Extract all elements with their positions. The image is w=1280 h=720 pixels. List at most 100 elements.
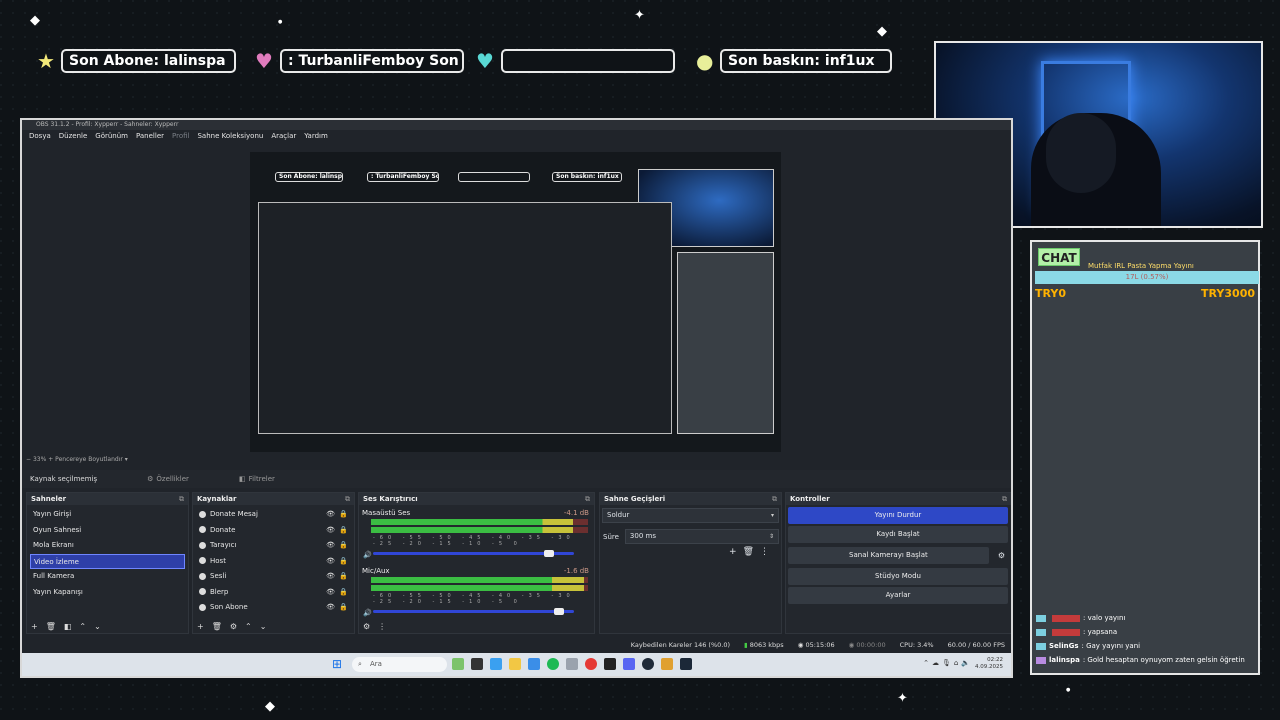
chevron-down-icon[interactable]: ⌄ <box>94 622 101 631</box>
speaker-icon[interactable]: 🔊 <box>363 551 372 559</box>
source-item[interactable]: Donate Mesaj 👁 🔒 <box>196 507 351 523</box>
scene-item[interactable]: Mola Ekranı <box>30 538 185 554</box>
volume-slider[interactable] <box>373 608 574 615</box>
source-item[interactable]: Sesli 👁 🔒 <box>196 569 351 585</box>
trash-icon[interactable]: 🗑 <box>212 622 222 631</box>
lock-icon[interactable]: 🔒 <box>339 554 348 570</box>
taskbar-clock[interactable]: 02:22 4.09.2025 <box>975 657 1003 671</box>
source-item[interactable]: Donate 👁 🔒 <box>196 523 351 539</box>
lock-icon[interactable]: 🔒 <box>339 569 348 585</box>
lock-icon[interactable]: 🔒 <box>339 523 348 539</box>
eye-icon[interactable]: 👁 <box>326 585 335 601</box>
scene-item-selected[interactable]: Video İzleme <box>30 553 185 569</box>
undock-icon[interactable]: ⧉ <box>772 493 777 505</box>
chevron-down-icon[interactable]: ▾ <box>125 456 128 463</box>
mixer-title: Ses Karıştırıcı <box>363 495 418 503</box>
studio-mode-button[interactable]: Stüdyo Modu <box>788 568 1008 585</box>
stop-streaming-button[interactable]: Yayını Durdur <box>788 507 1008 524</box>
menu-docks[interactable]: Paneller <box>136 130 164 142</box>
browser-source-icon <box>199 526 206 533</box>
chevron-up-icon[interactable]: ⌃ <box>79 622 86 631</box>
goal-min: TRY0 <box>1035 287 1066 300</box>
system-tray[interactable]: ⌃☁🎙⌂🔈 <box>923 659 973 667</box>
eye-icon[interactable]: 👁 <box>326 507 335 523</box>
more-icon[interactable]: ⋮ <box>760 547 775 557</box>
zoom-mode[interactable]: Pencereye Boyutlandır <box>55 456 123 463</box>
eye-icon[interactable]: 👁 <box>326 569 335 585</box>
chevron-up-icon[interactable]: ⌃ <box>923 659 932 667</box>
eye-icon[interactable]: 👁 <box>326 523 335 539</box>
zoom-out-button[interactable]: − <box>26 456 31 463</box>
sparkle-icon: ✦ <box>634 8 645 23</box>
more-icon[interactable]: ⋮ <box>378 622 386 631</box>
windows-start-icon[interactable]: ⊞ <box>332 658 342 670</box>
trash-icon[interactable]: 🗑 <box>743 547 760 557</box>
menu-file[interactable]: Dosya <box>29 130 51 142</box>
duration-input[interactable]: 300 ms ⇕ <box>624 529 779 544</box>
opera-icon[interactable] <box>585 658 597 670</box>
zoom-in-button[interactable]: + <box>48 456 53 463</box>
discord-icon[interactable] <box>623 658 635 670</box>
menu-tools[interactable]: Araçlar <box>271 130 296 142</box>
mic-icon[interactable]: 🎙 <box>942 659 954 667</box>
file-explorer-icon[interactable] <box>509 658 521 670</box>
start-virtual-camera-button[interactable]: Sanal Kamerayı Başlat <box>788 547 989 564</box>
undock-icon[interactable]: ⧉ <box>585 493 590 505</box>
chevron-up-icon[interactable]: ⌃ <box>245 622 252 631</box>
transition-select[interactable]: Soldur ▾ <box>602 508 779 523</box>
volume-slider[interactable] <box>373 550 574 557</box>
eye-icon[interactable]: 👁 <box>326 554 335 570</box>
obs-preview[interactable]: Son Abone: lalinspa : TurbanliFemboy Son… <box>250 152 781 452</box>
add-icon[interactable]: + <box>729 547 743 557</box>
gear-icon[interactable]: ⚙ <box>992 551 1011 560</box>
undock-icon[interactable]: ⧉ <box>179 493 184 505</box>
scene-item[interactable]: Full Kamera <box>30 569 185 585</box>
winrar-icon[interactable] <box>661 658 673 670</box>
lock-icon[interactable]: 🔒 <box>339 600 348 616</box>
source-item[interactable]: Blerp 👁 🔒 <box>196 585 351 601</box>
undock-icon[interactable]: ⧉ <box>345 493 350 505</box>
chevron-down-icon[interactable]: ⌄ <box>260 622 267 631</box>
app-icon[interactable] <box>566 658 578 670</box>
cloud-icon[interactable]: ☁ <box>932 659 942 667</box>
obs-icon[interactable] <box>642 658 654 670</box>
steam-icon[interactable] <box>680 658 692 670</box>
menu-scene-collection[interactable]: Sahne Koleksiyonu <box>197 130 263 142</box>
spotify-icon[interactable] <box>547 658 559 670</box>
properties-button[interactable]: ⚙ Özellikler <box>147 475 189 483</box>
eye-icon[interactable]: 👁 <box>326 538 335 554</box>
scene-item[interactable]: Yayın Kapanışı <box>30 585 185 601</box>
add-icon[interactable]: + <box>31 622 38 631</box>
settings-button[interactable]: Ayarlar <box>788 587 1008 604</box>
filter-icon[interactable]: ◧ <box>64 622 72 631</box>
gear-icon[interactable]: ⚙ <box>230 622 237 631</box>
widgets-icon[interactable] <box>452 658 464 670</box>
lock-icon[interactable]: 🔒 <box>339 507 348 523</box>
epic-games-icon[interactable] <box>604 658 616 670</box>
gear-icon[interactable]: ⚙ <box>363 622 370 631</box>
scene-item[interactable]: Yayın Girişi <box>30 507 185 523</box>
menu-help[interactable]: Yardım <box>304 130 328 142</box>
add-icon[interactable]: + <box>197 622 204 631</box>
source-item[interactable]: Tarayıcı 👁 🔒 <box>196 538 351 554</box>
scene-item[interactable]: Oyun Sahnesi <box>30 523 185 539</box>
menu-edit[interactable]: Düzenle <box>59 130 88 142</box>
lock-icon[interactable]: 🔒 <box>339 585 348 601</box>
trash-icon[interactable]: 🗑 <box>46 622 56 631</box>
menu-view[interactable]: Görünüm <box>95 130 128 142</box>
source-item[interactable]: Host 👁 🔒 <box>196 554 351 570</box>
start-recording-button[interactable]: Kaydı Başlat <box>788 526 1008 543</box>
task-view-icon[interactable] <box>471 658 483 670</box>
eye-icon[interactable]: 👁 <box>326 600 335 616</box>
edge-icon[interactable] <box>490 658 502 670</box>
speaker-icon[interactable]: 🔊 <box>363 609 372 617</box>
menu-profile[interactable]: Profil <box>172 130 189 142</box>
filters-button[interactable]: ◧ Filtreler <box>239 475 275 483</box>
lock-icon[interactable]: 🔒 <box>339 538 348 554</box>
source-item[interactable]: Son Abone 👁 🔒 <box>196 600 351 616</box>
undock-icon[interactable]: ⧉ <box>1002 493 1007 505</box>
store-icon[interactable] <box>528 658 540 670</box>
volume-icon[interactable]: 🔈 <box>961 659 973 667</box>
last-raid-banner: Son baskın: inf1ux <box>720 49 892 73</box>
taskbar-search[interactable]: ⌕ Ara <box>352 657 447 672</box>
